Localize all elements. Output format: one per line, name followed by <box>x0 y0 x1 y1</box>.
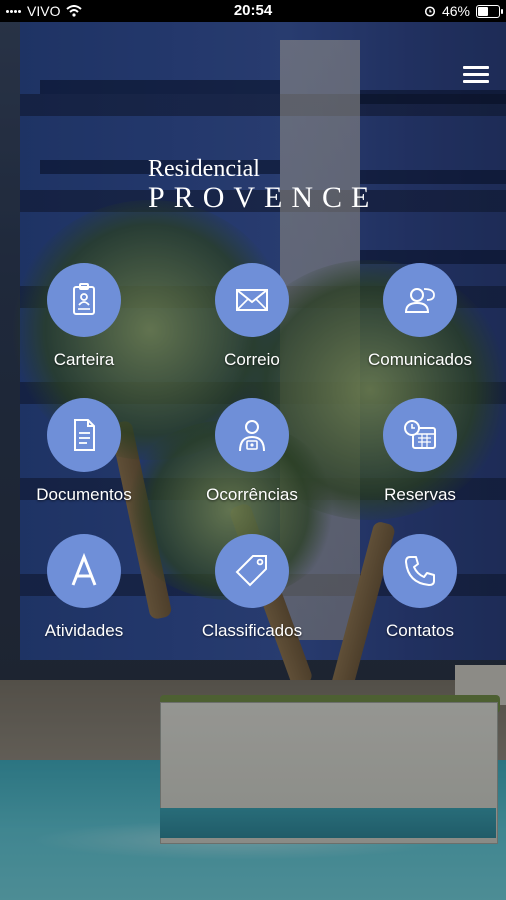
menu-item-comunicados[interactable]: Comunicados <box>340 263 500 370</box>
logo-line-residencial: Residencial <box>148 156 260 182</box>
logo: Residencial PROVENCE <box>148 156 378 214</box>
phone-icon <box>405 556 435 586</box>
battery-percent: 46% <box>441 3 470 19</box>
doctor-report-icon <box>239 420 265 452</box>
menu-item-label: Correio <box>224 350 280 369</box>
menu-item-label: Contatos <box>385 621 455 640</box>
menu-item-label: Carteira <box>53 350 115 369</box>
battery-icon <box>476 4 503 18</box>
menu-item-classificados[interactable]: Classificados <box>172 534 332 641</box>
envelope-icon <box>236 289 268 311</box>
hamburger-menu-icon[interactable] <box>463 66 489 88</box>
menu-item-label: Classificados <box>201 621 303 640</box>
calendar-clock-icon <box>404 420 436 449</box>
menu-item-label: Reservas <box>384 485 456 504</box>
letter-a-icon <box>71 552 97 586</box>
menu-item-contatos[interactable]: Contatos <box>340 534 500 641</box>
menu-item-reservas[interactable]: Reservas <box>340 398 500 505</box>
menu-item-label: Documentos <box>36 485 132 504</box>
menu-item-label: Atividades <box>44 621 124 640</box>
menu-item-atividades[interactable]: Atividades <box>4 534 164 641</box>
menu-item-documentos[interactable]: Documentos <box>4 398 164 505</box>
id-badge-icon <box>73 283 95 315</box>
menu-item-label: Ocorrências <box>206 485 298 504</box>
logo-line-provence: PROVENCE <box>148 181 379 214</box>
alarm-icon <box>424 6 436 17</box>
menu-item-carteira[interactable]: Carteira <box>4 263 164 370</box>
users-chat-icon <box>404 288 435 313</box>
status-bar: VIVO 20:54 46% <box>0 0 506 22</box>
price-tag-icon <box>235 555 267 587</box>
menu-item-ocorrencias[interactable]: Ocorrências <box>172 398 332 505</box>
menu-item-label: Comunicados <box>368 350 472 369</box>
app-screen: VIVO 20:54 46% Residencial PROVENCE Cart… <box>0 0 506 900</box>
menu-item-correio[interactable]: Correio <box>172 263 332 370</box>
document-icon <box>74 419 95 451</box>
